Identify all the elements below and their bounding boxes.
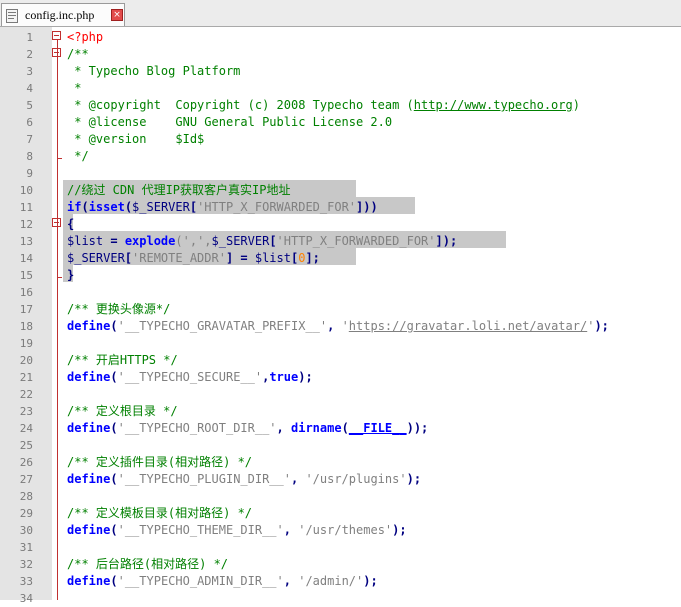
code-line: define('__TYPECHO_ADMIN_DIR__', '/admin/… <box>0 573 681 590</box>
code-line: define('__TYPECHO_PLUGIN_DIR__', '/usr/p… <box>0 471 681 488</box>
line-comment: //绕过 CDN 代理IP获取客户真实IP地址 <box>67 183 291 197</box>
php-open-tag: <?php <box>67 30 104 44</box>
line-number: 34 <box>19 592 33 605</box>
code-line: if(isset($_SERVER['HTTP_X_FORWARDED_FOR'… <box>0 199 681 216</box>
line-number: 31 <box>19 541 33 554</box>
code-text: if(isset($_SERVER['HTTP_X_FORWARDED_FOR'… <box>67 200 378 214</box>
close-icon[interactable]: × <box>111 9 123 21</box>
code-line: */ <box>0 148 681 165</box>
code-line: $_SERVER['REMOTE_ADDR'] = $list[0]; <box>0 250 681 267</box>
code-line: define('__TYPECHO_THEME_DIR__', '/usr/th… <box>0 522 681 539</box>
code-line: * @version $Id$ <box>0 131 681 148</box>
doc-comment: /** 后台路径(相对路径) */ <box>67 557 229 571</box>
tab-config-inc-php[interactable]: config.inc.php × <box>1 3 125 26</box>
doc-comment: * @copyright Copyright (c) 2008 Typecho … <box>67 98 580 112</box>
line-number: 28 <box>19 490 33 503</box>
doc-comment: /** <box>67 47 89 61</box>
doc-comment: * @version $Id$ <box>67 132 205 146</box>
code-text: define('__TYPECHO_THEME_DIR__', '/usr/th… <box>67 523 407 537</box>
line-number: 19 <box>19 337 33 350</box>
code-line: * Typecho Blog Platform <box>0 63 681 80</box>
code-text: define('__TYPECHO_ADMIN_DIR__', '/admin/… <box>67 574 378 588</box>
code-editor[interactable]: 1 2 3 4 5 6 7 8 9 10 11 12 13 14 15 16 1… <box>0 27 681 605</box>
code-line: /** 定义根目录 */ <box>0 403 681 420</box>
doc-comment: * <box>67 81 82 95</box>
code-line: //绕过 CDN 代理IP获取客户真实IP地址 <box>0 182 681 199</box>
doc-comment: /** 开启HTTPS */ <box>67 353 178 367</box>
code-text: define('__TYPECHO_GRAVATAR_PREFIX__', 'h… <box>67 319 609 333</box>
code-line: /** 定义模板目录(相对路径) */ <box>0 505 681 522</box>
doc-comment: /** 定义根目录 */ <box>67 404 178 418</box>
code-line: define('__TYPECHO_ROOT_DIR__', dirname(_… <box>0 420 681 437</box>
line-number: 16 <box>19 286 33 299</box>
tab-filename: config.inc.php <box>25 8 95 22</box>
doc-comment: /** 定义模板目录(相对路径) */ <box>67 506 253 520</box>
code-line: /** 更换头像源*/ <box>0 301 681 318</box>
doc-comment: /** 定义插件目录(相对路径) */ <box>67 455 253 469</box>
php-file-icon <box>6 9 18 23</box>
line-number: 9 <box>26 167 33 180</box>
doc-comment: /** 更换头像源*/ <box>67 302 171 316</box>
code-line: $list = explode(',',$_SERVER['HTTP_X_FOR… <box>0 233 681 250</box>
code-line: /** 后台路径(相对路径) */ <box>0 556 681 573</box>
code-line: /** 定义插件目录(相对路径) */ <box>0 454 681 471</box>
code-text: define('__TYPECHO_ROOT_DIR__', dirname(_… <box>67 421 429 435</box>
tab-bar: config.inc.php × <box>0 0 681 27</box>
code-text: define('__TYPECHO_SECURE__',true); <box>67 370 313 384</box>
code-line: } <box>0 267 681 284</box>
doc-comment: * @license GNU General Public License 2.… <box>67 115 393 129</box>
code-line: { <box>0 216 681 233</box>
code-line: * @copyright Copyright (c) 2008 Typecho … <box>0 97 681 114</box>
line-number: 25 <box>19 439 33 452</box>
line-number: 22 <box>19 388 33 401</box>
code-line: <?php <box>0 29 681 46</box>
code-line: define('__TYPECHO_GRAVATAR_PREFIX__', 'h… <box>0 318 681 335</box>
code-line: define('__TYPECHO_SECURE__',true); <box>0 369 681 386</box>
code-line: /** 开启HTTPS */ <box>0 352 681 369</box>
code-line: /** <box>0 46 681 63</box>
code-text: define('__TYPECHO_PLUGIN_DIR__', '/usr/p… <box>67 472 422 486</box>
code-text: $list = explode(',',$_SERVER['HTTP_X_FOR… <box>67 234 458 248</box>
code-text: { <box>67 217 75 231</box>
code-text: $_SERVER['REMOTE_ADDR'] = $list[0]; <box>67 251 320 265</box>
code-text: } <box>67 268 75 282</box>
doc-comment: */ <box>67 149 89 163</box>
code-line: * <box>0 80 681 97</box>
code-link[interactable]: https://gravatar.loli.net/avatar/ <box>349 319 587 333</box>
doc-comment: * Typecho Blog Platform <box>67 64 241 78</box>
comment-link[interactable]: http://www.typecho.org <box>414 98 573 112</box>
code-line: * @license GNU General Public License 2.… <box>0 114 681 131</box>
